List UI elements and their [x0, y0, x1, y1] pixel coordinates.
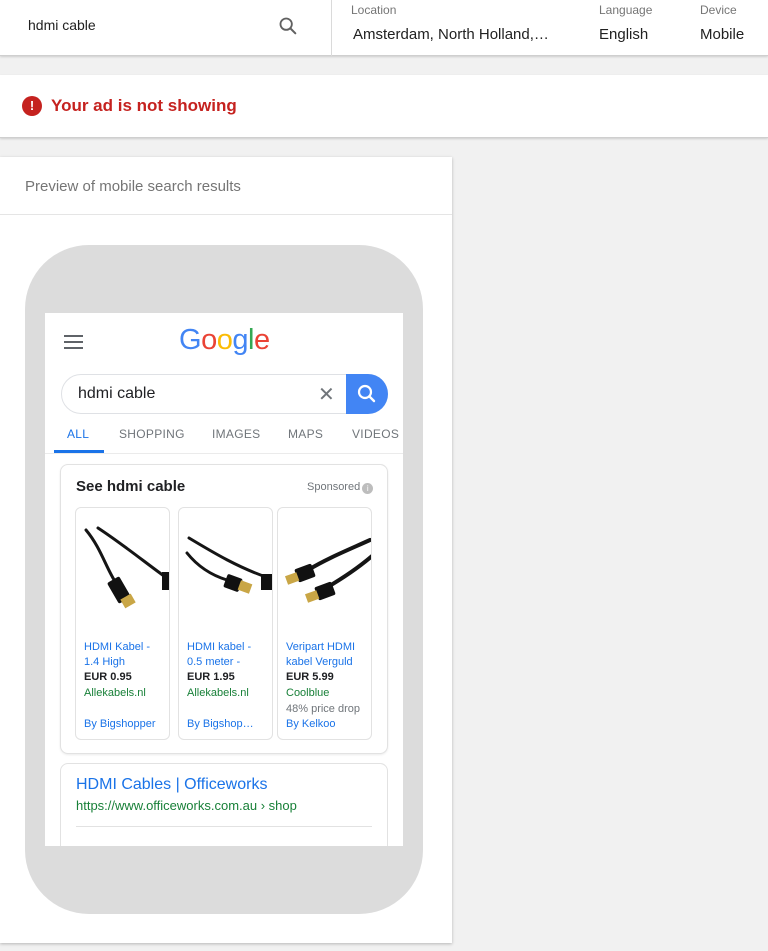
product-by-link[interactable]: By Bigshop… [187, 717, 271, 732]
product-name[interactable]: HDMI Kabel - [84, 640, 168, 655]
product-card[interactable]: HDMI Kabel - 1.4 High EUR 0.95 Allekabel… [75, 507, 170, 740]
query-text[interactable]: hdmi cable [28, 17, 96, 33]
phone-screen: Google hdmi cable ✕ ALL SHOPPING IMAGES … [45, 313, 403, 846]
language-label: Language [599, 3, 653, 17]
error-icon: ! [22, 96, 42, 116]
product-by-link[interactable]: By Bigshopper [84, 717, 168, 732]
clear-icon[interactable]: ✕ [318, 382, 335, 407]
product-merchant: Allekabels.nl [187, 687, 249, 699]
product-image [284, 538, 371, 603]
product-name[interactable]: 1.4 High [84, 655, 168, 670]
search-icon [357, 384, 376, 403]
product-card[interactable]: Veripart HDMI kabel Verguld EUR 5.99 Coo… [277, 507, 372, 740]
phone-frame: Google hdmi cable ✕ ALL SHOPPING IMAGES … [25, 245, 423, 914]
product-card[interactable]: HDMI kabel - 0.5 meter - EUR 1.95 Alleka… [178, 507, 273, 740]
product-merchant: Allekabels.nl [84, 687, 146, 699]
divider [0, 214, 452, 215]
organic-result-title[interactable]: HDMI Cables | Officeworks [76, 776, 267, 794]
tab-videos[interactable]: VIDEOS [352, 427, 399, 441]
shopping-ads-card: See hdmi cable Sponsored i HDMI Kabel - 1… [60, 464, 388, 754]
product-name[interactable]: 0.5 meter - [187, 655, 271, 670]
product-price: EUR 5.99 [286, 671, 334, 683]
product-price: EUR 0.95 [84, 671, 132, 683]
preview-title: Preview of mobile search results [25, 178, 241, 195]
tab-images[interactable]: IMAGES [212, 427, 260, 441]
tab-maps[interactable]: MAPS [288, 427, 323, 441]
ad-status-card: ! Your ad is not showing [0, 75, 768, 138]
product-by-link[interactable]: By Kelkoo [286, 717, 370, 732]
location-label: Location [351, 3, 397, 17]
divider [76, 826, 372, 827]
device-dropdown[interactable]: Mobile [700, 26, 744, 43]
product-name[interactable]: kabel Verguld [286, 655, 370, 670]
divider [45, 453, 403, 454]
product-name[interactable]: Veripart HDMI [286, 640, 370, 655]
top-bar: hdmi cable Location Amsterdam, North Hol… [0, 0, 768, 56]
organic-result-card: HDMI Cables | Officeworks https://www.of… [60, 763, 388, 846]
shopping-title: See hdmi cable [76, 478, 186, 495]
product-merchant: Coolblue [286, 687, 330, 699]
product-price: EUR 1.95 [187, 671, 235, 683]
tab-shopping[interactable]: SHOPPING [119, 427, 185, 441]
tab-all[interactable]: ALL [67, 427, 89, 441]
organic-result-url: https://www.officeworks.com.au › shop [76, 798, 297, 813]
mobile-preview-card: Preview of mobile search results Google … [0, 157, 452, 943]
search-icon[interactable] [277, 15, 299, 37]
google-search-button[interactable] [346, 374, 388, 414]
product-image [185, 536, 272, 594]
product-name[interactable]: HDMI kabel - [187, 640, 271, 655]
language-dropdown[interactable]: English [599, 26, 648, 43]
google-logo: Google [179, 324, 270, 356]
top-bar-divider [331, 0, 332, 56]
price-drop-note: 48% price drop [286, 703, 360, 715]
google-search-box[interactable]: hdmi cable ✕ [61, 374, 388, 414]
location-dropdown[interactable]: Amsterdam, North Holland, N… [353, 26, 553, 43]
device-label: Device [700, 3, 737, 17]
hamburger-menu-icon[interactable] [64, 335, 83, 353]
product-image [84, 526, 169, 609]
google-search-input[interactable]: hdmi cable [78, 385, 155, 403]
info-icon[interactable]: i [362, 483, 374, 494]
ad-status-text: Your ad is not showing [51, 96, 237, 115]
sponsored-label: Sponsored i [307, 481, 374, 494]
